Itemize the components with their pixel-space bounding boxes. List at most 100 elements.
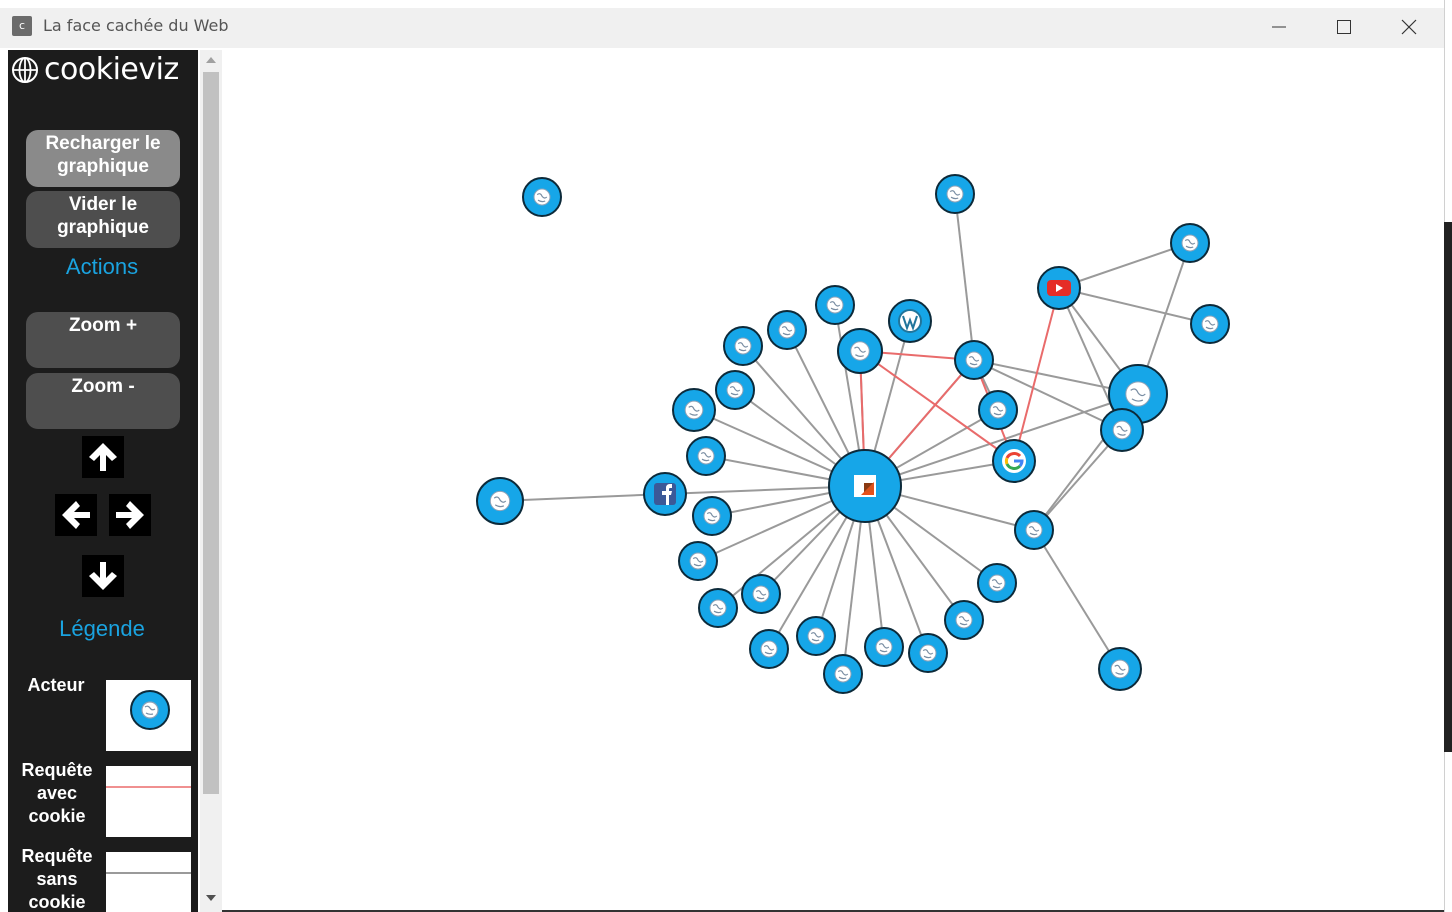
globe-icon [703,507,721,525]
node-c-4[interactable] [767,310,807,350]
node-n-top[interactable] [935,174,975,214]
window-titlebar: c La face cachée du Web [0,0,1452,50]
legend-node [130,690,170,730]
legend-nocookie-swatch [106,852,191,912]
node-c-12[interactable] [698,588,738,628]
arrow-right-icon [116,501,144,529]
node-c-9[interactable] [692,496,732,536]
node-c-19[interactable] [977,563,1017,603]
window-title: La face cachée du Web [43,16,229,35]
globe-icon [489,490,511,512]
logo-text: cookieviz [44,52,179,87]
globe-icon [12,57,38,83]
node-c-16[interactable] [864,627,904,667]
node-hub-d[interactable] [1014,510,1054,550]
minimize-button[interactable] [1256,8,1302,46]
node-yt-2[interactable] [1190,304,1230,344]
close-icon [1401,19,1417,35]
chevron-down-icon [206,895,216,901]
node-c-3[interactable] [815,285,855,325]
pan-left-button[interactable] [55,494,97,536]
globe-icon [709,599,727,617]
arrow-up-icon [89,443,117,471]
node-facebook[interactable] [643,472,687,516]
globe-icon [1201,315,1219,333]
legend-cookie-line [106,786,191,788]
cookie-request-edge [1013,287,1060,462]
node-yt-1[interactable] [1170,223,1210,263]
node-c-11[interactable] [741,574,781,614]
node-wordpress[interactable] [888,299,932,343]
legend-title: Légende [59,616,145,641]
node-c-7[interactable] [672,388,716,432]
globe-icon [955,611,973,629]
google-icon [1002,449,1026,473]
request-edge [954,193,975,361]
youtube-icon [1047,280,1071,296]
pan-up-button[interactable] [82,436,124,478]
node-google[interactable] [992,439,1036,483]
arrow-left-icon [62,501,90,529]
globe-icon [988,574,1006,592]
globe-icon [752,585,770,603]
node-n-fb-leaf[interactable] [476,477,524,525]
wordpress-icon [898,309,922,333]
maximize-button[interactable] [1321,8,1367,46]
globe-icon [1181,234,1199,252]
node-hub-c[interactable] [1100,408,1144,452]
pan-right-button[interactable] [109,494,151,536]
node-c-5[interactable] [723,326,763,366]
node-center[interactable] [828,449,902,523]
legend-actor-label: Acteur [27,675,85,695]
node-c-2[interactable] [978,390,1018,430]
globe-icon [850,341,870,361]
sidebar-scrollbar[interactable] [200,50,222,912]
globe-icon [1125,381,1151,407]
scroll-thumb[interactable] [203,72,219,794]
node-c-10[interactable] [678,541,718,581]
globe-icon [946,185,964,203]
globe-icon [807,627,825,645]
graph-svg[interactable] [222,50,1444,910]
zoom-in-button[interactable]: Zoom + [26,312,180,368]
legend-nocookie-label: Requête sans cookie [21,846,93,912]
node-youtube[interactable] [1037,266,1081,310]
node-c-14[interactable] [796,616,836,656]
node-hub-a[interactable] [954,340,994,380]
legend-actor-swatch [106,680,191,751]
globe-icon [919,644,937,662]
zoom-out-button[interactable]: Zoom - [26,373,180,429]
node-c-18[interactable] [944,600,984,640]
globe-icon [989,401,1007,419]
clear-graph-button[interactable]: Vider le graphique [26,191,180,248]
scroll-down-button[interactable] [200,888,222,908]
globe-icon [778,321,796,339]
scroll-up-button[interactable] [200,50,222,70]
pan-down-button[interactable] [82,555,124,597]
node-n-isolated[interactable] [522,177,562,217]
minimize-icon [1272,26,1286,28]
arrow-down-icon [89,562,117,590]
reload-graph-button[interactable]: Recharger le graphique [26,130,180,187]
node-c-17[interactable] [908,633,948,673]
globe-icon [875,638,893,656]
graph-canvas[interactable] [222,50,1444,912]
globe-icon [1112,420,1132,440]
globe-icon [826,296,844,314]
globe-icon [533,188,551,206]
globe-icon [684,400,704,420]
close-button[interactable] [1386,8,1432,46]
request-edge [1033,529,1121,670]
globe-icon [689,552,707,570]
node-c-15[interactable] [823,654,863,694]
globe-icon [734,337,752,355]
node-c-13[interactable] [749,629,789,669]
node-c-8[interactable] [686,436,726,476]
node-d-leaf[interactable] [1098,647,1142,691]
chevron-up-icon [206,57,216,63]
globe-icon [1025,521,1043,539]
globe-icon [726,381,744,399]
node-c-1[interactable] [837,328,883,374]
node-c-6[interactable] [715,370,755,410]
globe-icon [965,351,983,369]
